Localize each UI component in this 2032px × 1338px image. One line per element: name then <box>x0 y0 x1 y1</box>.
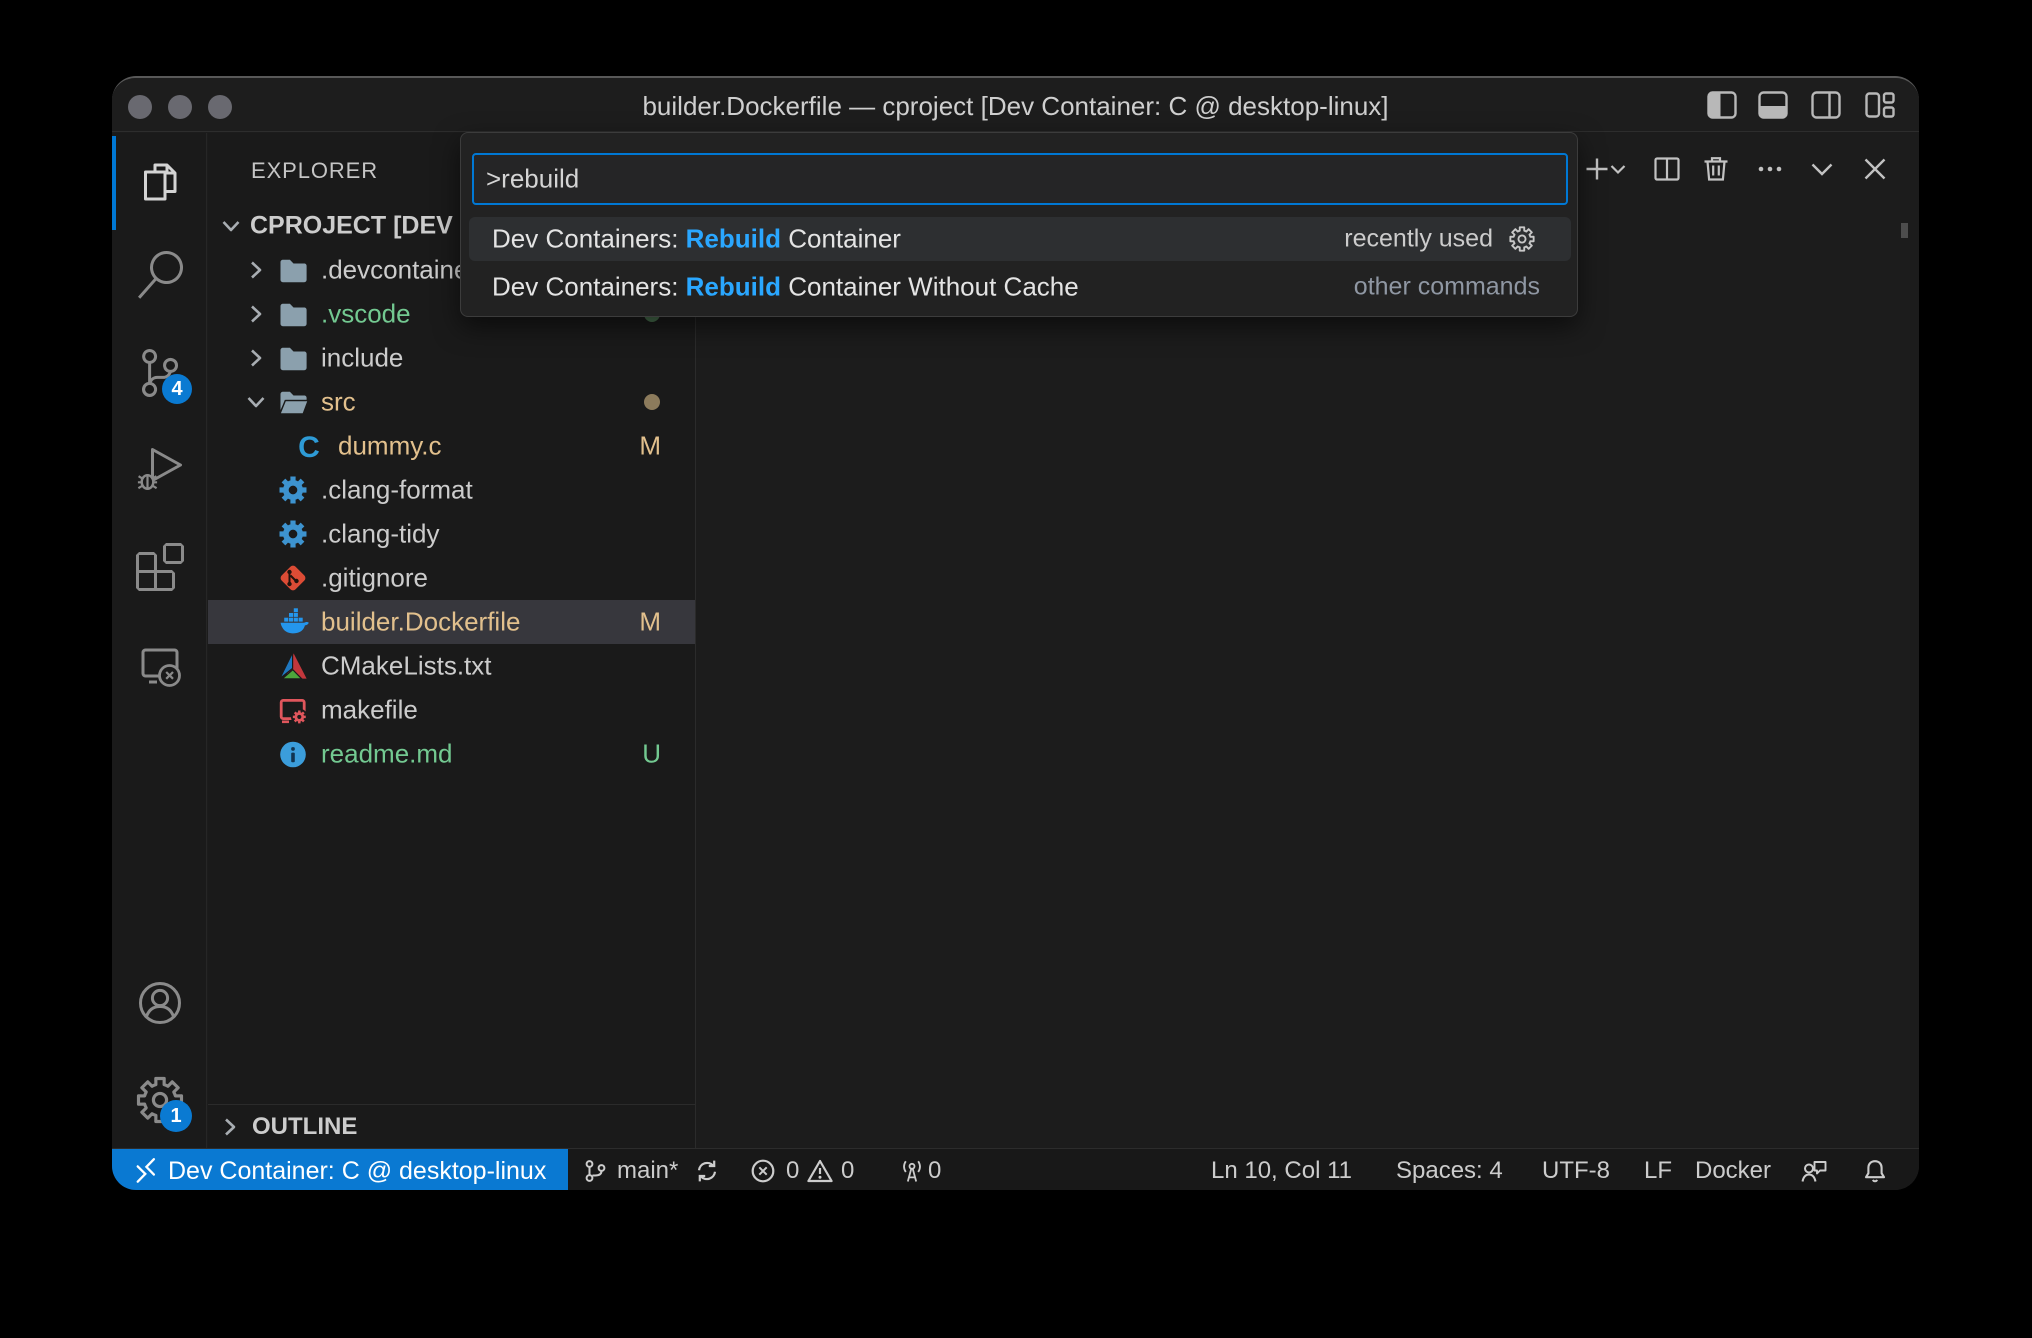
svg-text:C: C <box>298 431 320 462</box>
